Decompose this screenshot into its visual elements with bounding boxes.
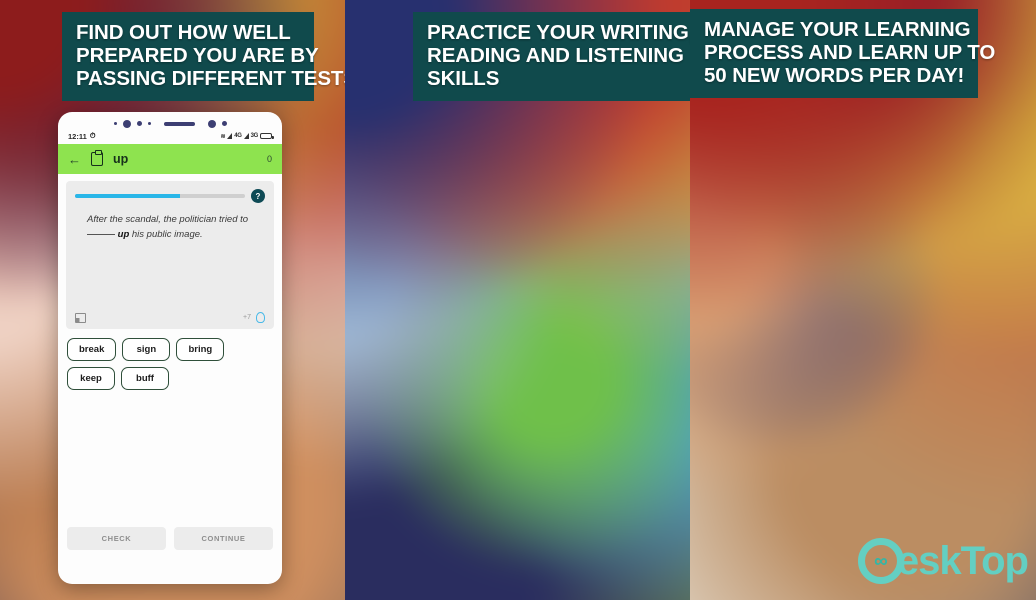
sentence-before: After the scandal, the politician tried … bbox=[87, 214, 249, 225]
blank-slot[interactable] bbox=[87, 234, 115, 236]
headline-banner-2: PRACTICE YOUR WRITING, READING AND LISTE… bbox=[413, 12, 690, 102]
phone-mockup-1: 12:11 ⏱ ≋ 4G 3G ← up 0 ? After the scand… bbox=[58, 112, 282, 584]
notch-dot bbox=[113, 122, 117, 125]
headline-line: READING AND LISTENING bbox=[427, 44, 684, 68]
promo-panel-1: FIND OUT HOW WELL PREPARED YOU ARE BY PA… bbox=[0, 0, 345, 600]
back-arrow-icon[interactable]: ← bbox=[68, 152, 81, 167]
status-right: ≋ 4G 3G bbox=[220, 133, 274, 140]
notch-dot bbox=[147, 122, 151, 125]
continue-button[interactable]: CONTINUE bbox=[174, 527, 273, 550]
sentence-keyword: up bbox=[117, 229, 130, 241]
network-label: 4G bbox=[234, 133, 242, 139]
bottom-buttons-1: CHECK CONTINUE bbox=[67, 527, 273, 550]
headline-line: MANAGE YOUR LEARNING bbox=[704, 18, 971, 41]
sentence-after: his public image. bbox=[129, 229, 203, 241]
question-sentence: After the scandal, the politician tried … bbox=[87, 212, 259, 242]
notch-dot bbox=[221, 121, 227, 126]
headline-line: PROCESS AND LEARN UP TO bbox=[704, 41, 996, 65]
hint-group: +7 bbox=[243, 312, 265, 323]
headline-line: 50 NEW WORDS PER DAY! bbox=[704, 64, 965, 88]
answer-chip[interactable]: break bbox=[67, 338, 117, 361]
hint-bulb-icon[interactable] bbox=[256, 312, 265, 323]
answer-chips-1: break sign bring keep buff bbox=[58, 329, 282, 390]
question-footer: +7 bbox=[75, 312, 265, 323]
hint-count: +7 bbox=[243, 314, 251, 321]
notch-dot bbox=[122, 119, 131, 128]
status-bar-1: 12:11 ⏱ ≋ 4G 3G bbox=[58, 130, 282, 144]
signal-icon bbox=[227, 133, 233, 139]
headline-line: SKILLS bbox=[427, 67, 500, 91]
screenshot-stage: FIND OUT HOW WELL PREPARED YOU ARE BY PA… bbox=[0, 0, 1036, 600]
progress-row: ? bbox=[75, 189, 265, 203]
app-bar-1: ← up 0 bbox=[58, 144, 282, 174]
check-button[interactable]: CHECK bbox=[67, 527, 166, 550]
answer-chip[interactable]: buff bbox=[121, 367, 169, 390]
answer-chip[interactable]: keep bbox=[67, 367, 115, 390]
status-time: 12:11 bbox=[68, 131, 87, 141]
headline-banner-3: MANAGE YOUR LEARNING PROCESS AND LEARN U… bbox=[690, 9, 996, 99]
question-card-1: ? After the scandal, the politician trie… bbox=[66, 181, 274, 329]
notch-dot bbox=[207, 119, 216, 128]
notch-speaker bbox=[163, 121, 195, 126]
watermark-logo-icon: ∞ bbox=[857, 538, 904, 584]
image-icon[interactable] bbox=[75, 312, 86, 323]
headline-line: FIND OUT HOW WELL bbox=[76, 21, 291, 44]
phone-notch bbox=[58, 112, 282, 130]
help-icon[interactable]: ? bbox=[251, 189, 265, 203]
promo-panel-3: MANAGE YOUR LEARNING PROCESS AND LEARN U… bbox=[690, 0, 1036, 600]
headline-line: PREPARED YOU ARE BY bbox=[76, 44, 319, 68]
signal-icon bbox=[243, 133, 249, 139]
app-bar-counter: 0 bbox=[266, 154, 272, 164]
network-label-2: 3G bbox=[250, 133, 259, 139]
desktop-watermark: ∞ eskTop bbox=[857, 538, 1029, 584]
headline-line: PASSING DIFFERENT TESTS bbox=[76, 67, 345, 91]
clipboard-icon bbox=[91, 150, 103, 166]
app-bar-title: up bbox=[113, 152, 129, 166]
battery-icon bbox=[260, 133, 274, 139]
promo-panel-2: PRACTICE YOUR WRITING, READING AND LISTE… bbox=[345, 0, 690, 600]
headline-banner-1: FIND OUT HOW WELL PREPARED YOU ARE BY PA… bbox=[62, 12, 345, 102]
infinity-glyph: ∞ bbox=[874, 550, 888, 572]
alarm-icon: ⏱ bbox=[89, 131, 96, 140]
progress-bar bbox=[75, 194, 245, 198]
status-left: 12:11 ⏱ bbox=[68, 131, 96, 141]
wifi-icon: ≋ bbox=[220, 133, 226, 140]
notch-dot bbox=[136, 121, 142, 126]
headline-line: PRACTICE YOUR WRITING, bbox=[427, 21, 690, 44]
watermark-text: eskTop bbox=[896, 539, 1029, 583]
answer-chip[interactable]: sign bbox=[122, 338, 171, 361]
answer-chip[interactable]: bring bbox=[176, 338, 225, 361]
